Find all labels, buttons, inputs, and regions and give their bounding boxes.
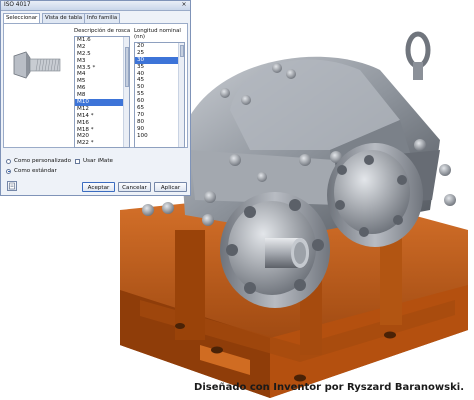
list-item[interactable]: 40 (135, 71, 184, 78)
thread-scroll-thumb[interactable] (125, 47, 129, 87)
select-panel: Descripción de rosca Longitud nominal (n… (3, 23, 188, 148)
list-item[interactable]: M20 (75, 133, 129, 140)
list-item[interactable]: 20 (135, 43, 184, 50)
option-custom[interactable]: Como personalizado (6, 158, 71, 164)
option-imate[interactable]: Usar iMate (75, 158, 113, 164)
iso-dialog: ISO 4017 × Seleccionar Vista de tabla In… (0, 0, 191, 196)
tab-info-familia[interactable]: Info familia (84, 13, 121, 23)
list-item[interactable]: 80 (135, 119, 184, 126)
thread-scrollbar[interactable] (123, 37, 129, 147)
list-item[interactable]: 100 (135, 133, 184, 140)
imate-label: Usar iMate (83, 158, 113, 164)
custom-radio[interactable] (6, 158, 11, 164)
standard-label: Como estándar (14, 168, 57, 174)
length-unit-header: (nn) (134, 34, 146, 40)
list-item[interactable]: M2.5 (75, 51, 129, 58)
list-item[interactable]: M16 (75, 120, 129, 127)
list-item[interactable]: 25 (135, 50, 184, 57)
tab-vista-de-tabla[interactable]: Vista de tabla (42, 13, 86, 23)
list-item[interactable]: M12 (75, 106, 129, 113)
apply-button[interactable]: Aplicar (154, 182, 187, 192)
accept-button[interactable]: Aceptar (82, 182, 115, 192)
input-shaft (265, 238, 309, 268)
length-scrollbar[interactable] (178, 43, 184, 147)
help-icon (9, 182, 15, 190)
list-item[interactable]: 60 (135, 98, 184, 105)
list-item[interactable]: M22 * (75, 140, 129, 147)
list-item[interactable]: M2 (75, 44, 129, 51)
length-list: 20 25 30 35 40 45 50 55 60 65 70 80 90 100 (135, 43, 184, 139)
list-item[interactable]: M14 * (75, 113, 129, 120)
list-item[interactable]: M18 * (75, 127, 129, 134)
list-item[interactable]: M24 (75, 147, 129, 148)
thread-list: M1.6 M2 M2.5 M3 M3.5 * M4 M5 M6 M8 M10 M12 M14 * M16… (75, 37, 129, 148)
list-item[interactable]: 35 (135, 64, 184, 71)
length-scroll-thumb[interactable] (180, 45, 184, 57)
list-item[interactable]: M6 (75, 85, 129, 92)
option-standard[interactable]: Como estándar (6, 168, 57, 174)
list-item[interactable]: M1.6 (75, 37, 129, 44)
imate-checkbox[interactable] (75, 158, 80, 164)
help-button[interactable] (7, 181, 17, 191)
thread-listbox[interactable]: M1.6 M2 M2.5 M3 M3.5 * M4 M5 M6 M8 M10 M12 M14 * M16… (74, 36, 130, 148)
list-item[interactable]: M8 (75, 92, 129, 99)
right-bearing-cover (327, 143, 423, 247)
standard-radio[interactable] (6, 168, 11, 174)
list-item[interactable]: M10 (75, 99, 129, 106)
dialog-title: ISO 4017 (4, 2, 31, 8)
length-listbox[interactable]: 20 25 30 35 40 45 50 55 60 65 70 80 90 100 (134, 42, 185, 148)
list-item[interactable]: 70 (135, 112, 184, 119)
list-item[interactable]: 30 (135, 56, 184, 64)
list-item[interactable]: M4 (75, 71, 129, 78)
close-icon[interactable]: × (180, 1, 188, 9)
list-item[interactable]: 45 (135, 77, 184, 84)
list-item[interactable]: 50 (135, 84, 184, 91)
cancel-button[interactable]: Cancelar (118, 182, 151, 192)
list-item[interactable]: 65 (135, 105, 184, 112)
list-item[interactable]: M3 (75, 58, 129, 65)
list-item[interactable]: M5 (75, 78, 129, 85)
dialog-titlebar: ISO 4017 × (1, 1, 190, 11)
list-item[interactable]: 55 (135, 91, 184, 98)
list-item[interactable]: 90 (135, 126, 184, 133)
designer-credit: Diseñado con Inventor por Ryszard Barano… (194, 382, 464, 393)
bolt-preview-icon (8, 42, 64, 88)
custom-label: Como personalizado (14, 158, 72, 164)
list-item[interactable]: M3.5 * (75, 65, 129, 72)
thread-description-header: Descripción de rosca (74, 28, 131, 34)
